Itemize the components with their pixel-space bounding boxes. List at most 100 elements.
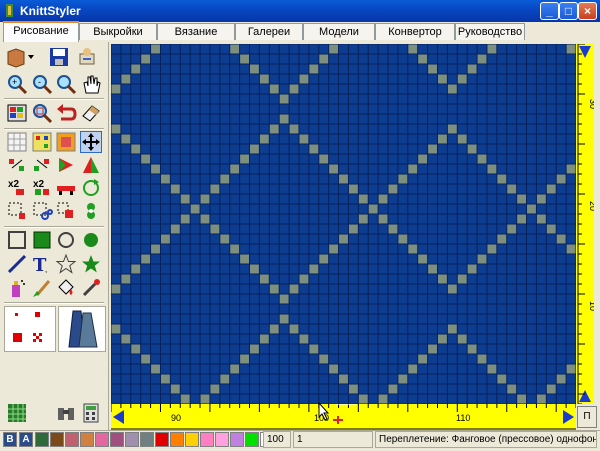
stitch-cell [298, 274, 309, 284]
vertical-ruler[interactable]: 30 20 10 [576, 44, 594, 404]
eraser-icon[interactable] [80, 102, 102, 124]
text-tool-icon[interactable]: T, [31, 253, 53, 276]
scale-x2-icon[interactable]: x2 [6, 177, 28, 199]
color-swatch[interactable] [95, 432, 109, 447]
color-swatch[interactable] [155, 432, 169, 447]
flip-triangle-icon[interactable] [55, 154, 77, 176]
binoculars-icon[interactable] [55, 402, 77, 424]
line-icon[interactable] [6, 253, 28, 275]
copy-icon[interactable] [55, 200, 77, 222]
paste-stitch-icon[interactable] [80, 200, 102, 222]
ruler-label-10: 10 [588, 301, 594, 311]
eyedropper-icon[interactable] [80, 277, 102, 299]
stitch-cell [308, 344, 319, 354]
knit-preview-icon[interactable] [6, 402, 28, 424]
move-cross-icon[interactable] [80, 131, 102, 153]
calculator-icon[interactable] [80, 402, 102, 424]
color-swatch[interactable] [35, 432, 49, 447]
color-a-button[interactable]: A [19, 432, 33, 447]
stitch-cell [477, 154, 487, 164]
color-swatch[interactable] [170, 432, 184, 447]
color-swatch[interactable] [65, 432, 79, 447]
hand-pan-icon[interactable] [80, 73, 102, 95]
ruler-label-110: 110 [456, 413, 470, 423]
tab-converter[interactable]: Конвертор [375, 23, 455, 40]
brush-pattern-checker[interactable] [33, 333, 43, 343]
stitch-cell [239, 254, 250, 264]
maximize-button[interactable]: □ [559, 2, 578, 20]
undo-icon[interactable] [55, 102, 77, 124]
open-icon[interactable] [6, 46, 36, 68]
mirror-horizontal-icon[interactable] [6, 154, 28, 176]
color-swatch[interactable] [140, 432, 154, 447]
color-swatch[interactable] [50, 432, 64, 447]
rectangle-filled-icon[interactable] [31, 229, 53, 251]
ellipse-filled-icon[interactable] [80, 229, 102, 251]
zoom-fit-icon[interactable] [55, 73, 77, 95]
tab-knitting[interactable]: Вязание [157, 23, 235, 40]
tab-models[interactable]: Модели [303, 23, 375, 40]
print-preview-icon[interactable] [76, 46, 98, 68]
repeat-pattern-icon[interactable] [55, 177, 77, 199]
stitch-cell [120, 74, 131, 84]
tab-patterns[interactable]: Выкройки [79, 23, 157, 40]
color-swatch[interactable] [245, 432, 259, 447]
color-swatch[interactable] [125, 432, 139, 447]
zoom-area-icon[interactable] [31, 102, 53, 124]
stitch-cell [170, 184, 181, 194]
color-swatch[interactable] [215, 432, 229, 447]
brush-size-2[interactable] [35, 312, 40, 317]
fill-bucket-icon[interactable] [55, 277, 77, 299]
refresh-icon[interactable] [80, 177, 102, 199]
rotate-triangle-icon[interactable] [80, 154, 102, 176]
ruler-corner-button[interactable]: П [577, 406, 597, 428]
color-swatch[interactable] [200, 432, 214, 447]
color-swatch[interactable] [110, 432, 124, 447]
stitch-cell [298, 74, 309, 84]
color-fill-icon[interactable] [55, 131, 77, 153]
horizontal-ruler[interactable]: 90 100 110 [111, 404, 576, 430]
rectangle-outline-icon[interactable] [6, 229, 28, 251]
color-swatch[interactable] [185, 432, 199, 447]
brush-icon[interactable] [31, 277, 53, 299]
stitch-cell [566, 364, 576, 374]
stitch-cell [556, 234, 567, 244]
color-swatch[interactable] [80, 432, 94, 447]
brush-size-panel[interactable] [4, 306, 56, 352]
star-filled-icon[interactable] [80, 253, 102, 275]
stitch-cell [566, 44, 576, 54]
stitch-cell [170, 384, 181, 394]
stitch-cell [407, 44, 418, 54]
color-swatch[interactable] [230, 432, 244, 447]
knitting-grid[interactable] [111, 44, 576, 404]
stitch-cell [298, 334, 309, 344]
stitch-cell [536, 194, 547, 204]
pattern-fill-icon[interactable] [31, 131, 53, 153]
ellipse-outline-icon[interactable] [55, 229, 77, 251]
cut-icon[interactable] [31, 200, 53, 222]
grid-icon[interactable] [6, 131, 28, 153]
close-button[interactable]: × [578, 2, 597, 20]
brush-size-1[interactable] [15, 313, 18, 316]
stitch-cell [200, 214, 210, 224]
stitch-cell [506, 184, 517, 194]
select-area-icon[interactable] [6, 200, 28, 222]
tab-drawing[interactable]: Рисование [3, 21, 79, 42]
stitch-cell [229, 364, 240, 374]
tab-galleries[interactable]: Галереи [235, 23, 303, 40]
yarn-spool-icon[interactable] [58, 306, 106, 352]
save-icon[interactable] [48, 46, 70, 68]
color-b-button[interactable]: B [3, 432, 17, 447]
zoom-in-icon[interactable]: + [6, 73, 28, 95]
brush-size-3[interactable] [13, 333, 22, 342]
scale-half-icon[interactable]: x2 [31, 177, 53, 199]
zoom-out-icon[interactable]: - [31, 73, 53, 95]
spray-icon[interactable] [6, 277, 28, 299]
tab-manual[interactable]: Руководство [455, 23, 525, 40]
stitch-cell [308, 64, 319, 74]
minimize-button[interactable]: _ [540, 2, 559, 20]
stitch-cell [516, 394, 527, 404]
mirror-vertical-icon[interactable] [31, 154, 53, 176]
star-outline-icon[interactable] [55, 253, 77, 275]
select-pattern-icon[interactable] [6, 102, 28, 124]
